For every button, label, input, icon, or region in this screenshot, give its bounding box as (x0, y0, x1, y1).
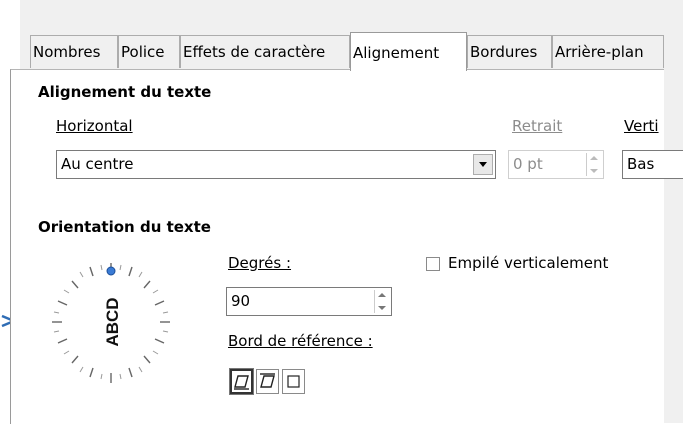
spin-up-icon[interactable] (590, 156, 598, 160)
tab-numbers[interactable]: Nombres (30, 35, 118, 68)
reference-edge-label: Bord de référence : (228, 332, 373, 350)
spin-down-icon[interactable] (378, 306, 386, 310)
rotation-dial[interactable]: ABCD (46, 257, 176, 387)
indent-stepper[interactable]: 0 pt (508, 150, 604, 179)
text-alignment-heading: Alignement du texte (38, 83, 212, 101)
text-orientation-heading: Orientation du texte (38, 218, 211, 236)
tab-alignment[interactable]: Alignement (350, 32, 467, 71)
tab-background[interactable]: Arrière-plan (552, 35, 664, 68)
tab-borders[interactable]: Bordures (467, 35, 552, 68)
vertical-label: Verti (624, 117, 659, 135)
degrees-label: Degrés : (228, 254, 292, 272)
horizontal-select-value: Au centre (61, 155, 134, 173)
indent-label: Retrait (512, 117, 563, 135)
degrees-stepper[interactable]: 90 (226, 287, 392, 316)
stacked-vertically-label: Empilé verticalement (448, 254, 609, 272)
indent-spin-buttons[interactable] (586, 153, 602, 176)
chevron-down-icon (479, 162, 487, 167)
stacked-vertically-checkbox[interactable] (426, 257, 440, 271)
tab-font-effects[interactable]: Effets de caractère (180, 35, 350, 68)
spin-up-icon[interactable] (378, 293, 386, 297)
parallelogram-top-icon (260, 373, 275, 388)
horizontal-dropdown-button[interactable] (473, 154, 493, 175)
vertical-select[interactable]: Bas (622, 150, 683, 179)
horizontal-label: Horizontal (56, 117, 133, 135)
reference-edge-top-button[interactable] (256, 369, 279, 394)
dial-handle[interactable] (106, 266, 116, 276)
square-cell-icon (287, 375, 300, 388)
reference-edge-bottom-button[interactable] (229, 368, 254, 395)
degrees-value: 90 (231, 292, 251, 310)
horizontal-select[interactable]: Au centre (56, 150, 496, 179)
indent-value: 0 pt (513, 155, 543, 173)
dial-text: ABCD (103, 297, 122, 346)
spin-down-icon[interactable] (590, 169, 598, 173)
reference-edge-inside-button[interactable] (282, 369, 305, 394)
vertical-select-value: Bas (627, 155, 655, 173)
tab-font[interactable]: Police (118, 35, 180, 68)
parallelogram-bottom-icon (234, 375, 249, 390)
degrees-spin-buttons[interactable] (374, 290, 390, 313)
